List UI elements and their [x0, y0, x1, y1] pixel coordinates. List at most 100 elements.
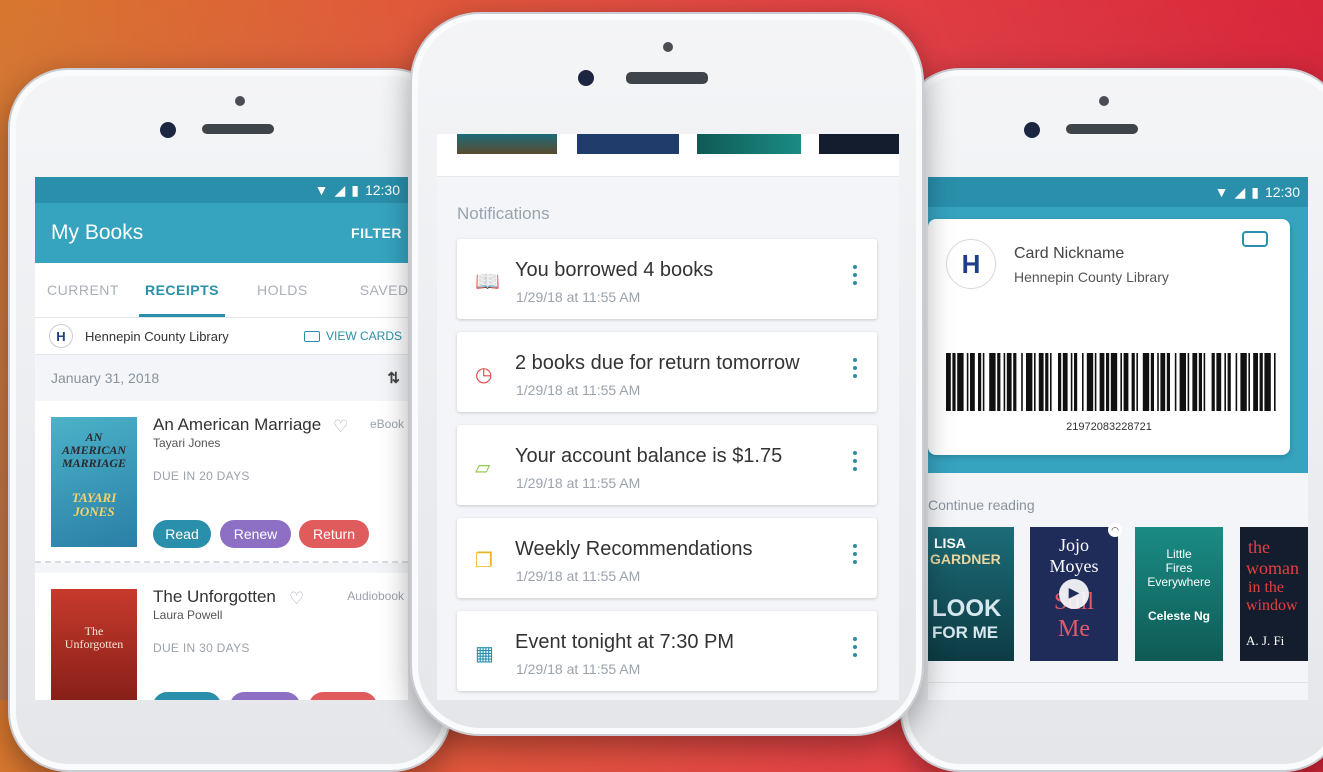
clock-icon: ◷: [475, 364, 493, 386]
cover-text: Celeste Ng: [1147, 609, 1211, 623]
tab-bar: CURRENT RECEIPTS HOLDS SAVED: [35, 263, 408, 318]
barcode-bar: [1216, 353, 1222, 411]
barcode-bar: [1142, 353, 1150, 411]
notification-card[interactable]: ▱ Your account balance is $1.75 1/29/18 at…: [457, 425, 877, 505]
barcode-bar: [1106, 353, 1110, 411]
continue-reading-label: Continue reading: [928, 497, 1035, 513]
barcode-bar: [1157, 353, 1159, 411]
book-format: eBook: [369, 417, 404, 431]
barcode-bar: [1038, 353, 1044, 411]
more-options-icon[interactable]: [853, 544, 857, 564]
book-cover[interactable]: [819, 134, 899, 154]
book-title[interactable]: An American Marriage: [153, 415, 321, 435]
barcode-bar: [1045, 353, 1049, 411]
list-item[interactable]: The Unforgotten The Unforgotten ♡ Audiob…: [35, 573, 408, 700]
library-name: Hennepin County Library: [85, 328, 229, 344]
list-item[interactable]: AN AMERICAN MARRIAGE TAYARI JONES An Ame…: [35, 401, 408, 563]
notification-time: 1/29/18 at 11:55 AM: [516, 568, 641, 584]
barcode-bar: [1235, 353, 1238, 411]
barcode-bar: [1034, 353, 1036, 411]
barcode-bar: [1058, 353, 1062, 411]
more-options-icon[interactable]: [853, 265, 857, 285]
barcode-bar: [1062, 353, 1068, 411]
book-cover[interactable]: [697, 134, 801, 154]
barcode-bar: [1094, 353, 1097, 411]
barcode-bar: [1179, 353, 1186, 411]
return-button[interactable]: Return: [299, 520, 369, 548]
tab-current[interactable]: CURRENT: [47, 263, 119, 317]
book-cover[interactable]: [457, 134, 557, 154]
notification-card[interactable]: ▦ Event tonight at 7:30 PM 1/29/18 at 11:5…: [457, 611, 877, 691]
barcode-bar: [946, 353, 951, 411]
cover-text: FOR ME: [932, 623, 999, 642]
cover-text: Fires: [1165, 561, 1193, 575]
tab-receipts[interactable]: RECEIPTS: [138, 263, 225, 317]
barcode-bar: [1086, 353, 1094, 411]
library-card[interactable]: H Card Nickname Hennepin County Library …: [928, 219, 1290, 455]
more-options-icon[interactable]: [853, 358, 857, 378]
barcode-bar: [1120, 353, 1122, 411]
notifications-heading: Notifications: [457, 204, 550, 223]
barcode-bar: [1203, 353, 1206, 411]
barcode-bar: [1006, 353, 1012, 411]
cover-text: LISA: [934, 535, 966, 551]
earpiece-slot: [1066, 124, 1138, 134]
barcode-bar: [989, 353, 996, 411]
cover-text: Moyes: [1049, 556, 1099, 576]
card-number: 21972083228721: [1066, 421, 1152, 433]
barcode-bar: [1187, 353, 1190, 411]
filter-button[interactable]: FILTER: [351, 225, 402, 241]
notification-time: 1/29/18 at 11:55 AM: [516, 382, 641, 398]
book-cover[interactable]: Little Fires Everywhere Celeste Ng: [1135, 527, 1223, 661]
barcode-bar: [1123, 353, 1129, 411]
notification-time: 1/29/18 at 11:55 AM: [516, 661, 641, 677]
barcode-bar: [1070, 353, 1073, 411]
barcode-bar: [1160, 353, 1166, 411]
heart-icon[interactable]: ♡: [333, 417, 348, 437]
notification-title: Weekly Recommendations: [515, 538, 753, 560]
notification-card[interactable]: ◷ 2 books due for return tomorrow 1/29/18 …: [457, 332, 877, 412]
book-author: Laura Powell: [153, 608, 223, 622]
barcode-bar: [1248, 353, 1250, 411]
book-cover[interactable]: Jojo Moyes Still Me ▶ ◠: [1030, 523, 1122, 661]
divider: [928, 682, 1308, 683]
heart-icon[interactable]: ♡: [289, 589, 304, 609]
status-time: 12:30: [364, 182, 400, 198]
barcode-bar: [1198, 353, 1202, 411]
barcode-bar: [1013, 353, 1017, 411]
renew-button[interactable]: [230, 692, 300, 700]
battery-icon: ▮: [1251, 183, 1259, 200]
due-label: DUE IN 20 DAYS: [153, 469, 250, 483]
headphones-icon: ◠: [1108, 523, 1122, 537]
cover-text: Me: [1058, 616, 1090, 642]
sort-icon[interactable]: ⇅: [387, 369, 400, 387]
calendar-icon: ▦: [475, 643, 494, 665]
return-button[interactable]: [309, 692, 377, 700]
book-cover[interactable]: LISA GARDNER LOOK FOR ME: [928, 527, 1014, 661]
more-options-icon[interactable]: [853, 451, 857, 471]
cover-text: woman: [1246, 558, 1299, 578]
notification-card[interactable]: 📖 You borrowed 4 books 1/29/18 at 11:55 AM: [457, 239, 877, 319]
cover-text: TAYARI: [71, 490, 117, 505]
book-title[interactable]: The Unforgotten: [153, 587, 276, 607]
book-cover[interactable]: [577, 134, 679, 154]
notification-card[interactable]: ❐ Weekly Recommendations 1/29/18 at 11:55 …: [457, 518, 877, 598]
read-button[interactable]: [153, 692, 221, 700]
cover-text: Everywhere: [1147, 575, 1211, 589]
cards-switch-icon[interactable]: [1242, 231, 1268, 247]
view-cards-button[interactable]: VIEW CARDS: [303, 329, 402, 343]
read-button[interactable]: Read: [153, 520, 211, 548]
tab-holds[interactable]: HOLDS: [257, 263, 308, 317]
more-options-icon[interactable]: [853, 637, 857, 657]
notification-title: Event tonight at 7:30 PM: [515, 631, 735, 653]
barcode-bar: [1150, 353, 1154, 411]
book-cover[interactable]: the woman in the window A. J. Fi: [1240, 527, 1308, 661]
play-icon[interactable]: ▶: [1059, 579, 1089, 609]
renew-button[interactable]: Renew: [220, 520, 291, 548]
book-icon: 📖: [475, 271, 500, 293]
notification-time: 1/29/18 at 11:55 AM: [516, 289, 641, 305]
recommend-icon: ❐: [475, 550, 493, 572]
cover-text: MARRIAGE: [61, 456, 127, 470]
sensor-dot: [235, 96, 245, 106]
tab-saved[interactable]: SAVED: [360, 263, 408, 317]
